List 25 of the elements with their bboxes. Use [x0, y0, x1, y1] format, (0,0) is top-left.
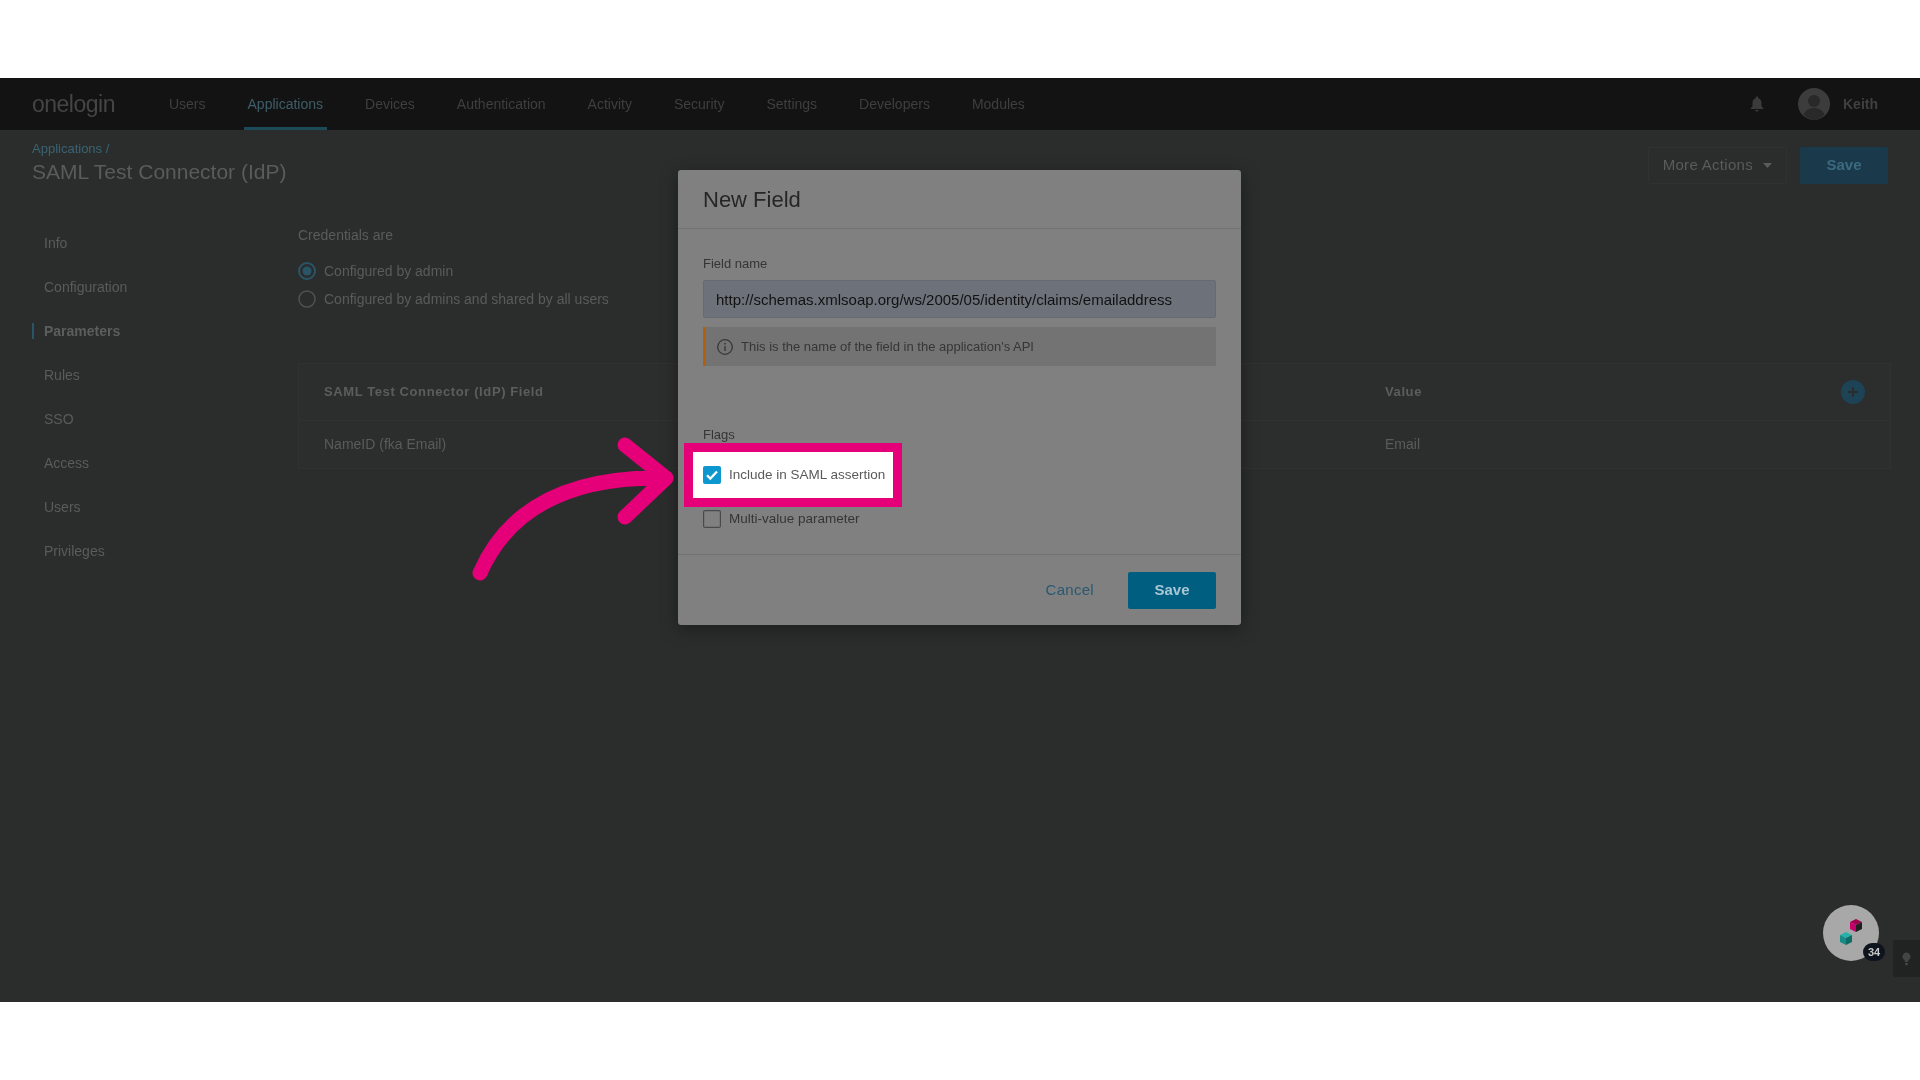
breadcrumb-link[interactable]: Applications / — [32, 141, 110, 157]
caret-icon — [1763, 163, 1772, 168]
info-icon — [717, 338, 733, 355]
radio-button[interactable] — [298, 262, 316, 280]
side-tab-button[interactable] — [1893, 940, 1920, 977]
save-button[interactable]: Save — [1128, 571, 1216, 609]
avatar-icon[interactable] — [1798, 88, 1830, 120]
checkbox-label: Multi-value parameter — [729, 510, 860, 528]
checkbox-label: Include in SAML assertion — [729, 466, 886, 484]
flags-label: Flags — [703, 428, 735, 442]
cubes-logo-icon — [1838, 918, 1864, 948]
notification-count: 34 — [1863, 943, 1886, 961]
cancel-button[interactable]: Cancel — [1045, 578, 1094, 602]
checkbox[interactable] — [703, 466, 721, 484]
dialog-title: New Field — [703, 185, 801, 214]
bell-icon[interactable] — [1750, 96, 1764, 112]
plus-icon — [1847, 386, 1859, 398]
lightbulb-icon — [1902, 951, 1911, 966]
add-button[interactable] — [1841, 380, 1865, 404]
nav-tab[interactable]: Applications — [243, 78, 328, 130]
help-widget-button[interactable] — [1823, 905, 1879, 961]
field-label: Field name — [703, 257, 768, 271]
input-field[interactable]: http://schemas.xmlsoap.org/ws/2005/05/identity/claims/emailaddress — [703, 280, 1216, 318]
radio-button[interactable] — [298, 290, 316, 308]
checkbox[interactable] — [703, 510, 721, 528]
